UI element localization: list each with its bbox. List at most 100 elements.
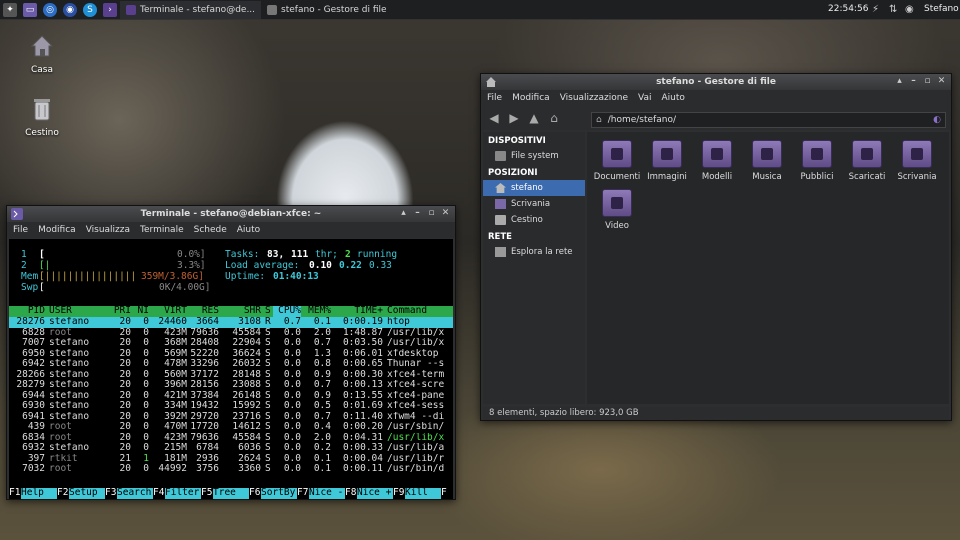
fkey-f2[interactable]: F2 xyxy=(57,487,68,499)
fm-menu-modifica[interactable]: Modifica xyxy=(512,93,550,103)
desktop-icon-trash[interactable]: Cestino xyxy=(12,96,72,138)
fm-close-icon[interactable]: ✕ xyxy=(936,76,947,87)
fkey-label[interactable]: Help xyxy=(21,487,57,499)
minimize-icon[interactable]: – xyxy=(412,208,423,219)
back-arrow-icon[interactable]: ◀ xyxy=(487,111,501,125)
process-row[interactable]: 6944 stefano 20 0 421M 37384 26148 S 0.0 0.9 0:13.… xyxy=(9,391,453,402)
fkey-f4[interactable]: F4 xyxy=(153,487,164,499)
fkey-f[interactable]: F xyxy=(441,487,447,499)
column-header-mem[interactable]: MEM% xyxy=(303,305,331,317)
process-row[interactable]: 28276 stefano 20 0 24460 3664 3108 R 0.7 0.1 0:00.… xyxy=(9,317,453,328)
folder-musica[interactable]: Musica xyxy=(742,140,792,182)
fkey-label[interactable]: Nice - xyxy=(309,487,345,499)
column-header-res[interactable]: RES xyxy=(189,305,219,317)
folder-scrivania[interactable]: Scrivania xyxy=(892,140,942,182)
close-icon[interactable]: ✕ xyxy=(440,208,451,219)
maximize-icon[interactable]: ▫ xyxy=(426,208,437,219)
firefox-launcher-icon[interactable]: ◉ xyxy=(63,2,77,17)
power-icon[interactable]: ⚡ xyxy=(872,4,879,15)
applications-menu-icon[interactable]: ✦ xyxy=(3,2,17,17)
fkey-f1[interactable]: F1 xyxy=(9,487,20,499)
task-terminal[interactable]: Terminale - stefano@de... xyxy=(120,0,262,19)
fkey-label[interactable]: Kill xyxy=(405,487,441,499)
process-row[interactable]: 6932 stefano 20 0 215M 6784 6036 S 0.0 0.2 0:00.33… xyxy=(9,443,453,454)
user-menu[interactable]: Stefano xyxy=(924,4,959,14)
up-arrow-icon[interactable]: ▲ xyxy=(527,111,541,125)
fkey-label[interactable]: SortBy xyxy=(261,487,297,499)
terminal-screen[interactable]: 1 [ 0.0%] 2 [| 3.3%] Mem [||||||||||||||… xyxy=(9,239,453,499)
fkey-f3[interactable]: F3 xyxy=(105,487,116,499)
process-row[interactable]: 6950 stefano 20 0 569M 52220 36624 S 0.0 1.3 0:06.… xyxy=(9,349,453,360)
process-row[interactable]: 6942 stefano 20 0 478M 33296 26032 S 0.0 0.8 0:00.… xyxy=(9,359,453,370)
sidebar-item-network[interactable]: Esplora la rete xyxy=(483,244,585,260)
fkey-label[interactable]: Search xyxy=(117,487,153,499)
clock[interactable]: 22:54:56 xyxy=(828,4,868,14)
menu-modifica[interactable]: Modifica xyxy=(38,225,76,235)
folder-immagini[interactable]: Immagini xyxy=(642,140,692,182)
fkey-label[interactable]: Tree xyxy=(213,487,249,499)
column-header-time[interactable]: TIME+ xyxy=(333,305,383,317)
process-row[interactable]: 6941 stefano 20 0 392M 29720 23716 S 0.0 0.7 0:11.… xyxy=(9,412,453,423)
column-header-pri[interactable]: PRI xyxy=(109,305,131,317)
folder-pubblici[interactable]: Pubblici xyxy=(792,140,842,182)
column-header-pid[interactable]: PID xyxy=(9,305,45,317)
menu-schede[interactable]: Schede xyxy=(194,225,227,235)
sidebar-item-scrivania[interactable]: Scrivania xyxy=(483,196,585,212)
terminal-titlebar[interactable]: Terminale - stefano@debian-xfce: ~ ▴ – ▫… xyxy=(7,206,455,222)
column-header-virt[interactable]: VIRT xyxy=(151,305,187,317)
fm-menu-visualizzazione[interactable]: Visualizzazione xyxy=(560,93,628,103)
home-icon[interactable]: ⌂ xyxy=(547,111,561,125)
menu-aiuto[interactable]: Aiuto xyxy=(237,225,260,235)
folder-documenti[interactable]: Documenti xyxy=(592,140,642,182)
column-header-shr[interactable]: SHR xyxy=(221,305,261,317)
column-header-cpu[interactable]: CPU% xyxy=(273,305,301,317)
browser-launcher-icon[interactable]: ◎ xyxy=(43,2,57,17)
process-row[interactable]: 7032 root 20 0 44992 3756 3360 S 0.0 0.1 0:00.11/u… xyxy=(9,464,453,475)
fkey-label[interactable]: Nice + xyxy=(357,487,393,499)
skype-launcher-icon[interactable]: S xyxy=(83,2,97,17)
forward-arrow-icon[interactable]: ▶ xyxy=(507,111,521,125)
desktop-icon-home[interactable]: Casa xyxy=(12,33,72,75)
fkey-label[interactable]: Setup xyxy=(69,487,105,499)
sidebar-item-cestino[interactable]: Cestino xyxy=(483,212,585,228)
fkey-f8[interactable]: F8 xyxy=(345,487,356,499)
folder-scaricati[interactable]: Scaricati xyxy=(842,140,892,182)
terminal-launcher-2-icon[interactable]: › xyxy=(103,2,117,17)
column-header-command[interactable]: Command xyxy=(387,305,453,317)
task-filemanager[interactable]: stefano - Gestore di file xyxy=(261,1,393,19)
fm-maximize-icon[interactable]: ▫ xyxy=(922,76,933,87)
folder-modelli[interactable]: Modelli xyxy=(692,140,742,182)
process-row[interactable]: 397 rtkit 21 1 181M 2936 2624 S 0.0 0.1 0:00.04/us… xyxy=(9,454,453,465)
fkey-f7[interactable]: F7 xyxy=(297,487,308,499)
terminal-launcher-icon[interactable]: ▭ xyxy=(23,2,37,17)
fkey-label[interactable]: Filter xyxy=(165,487,201,499)
process-row[interactable]: 7007 stefano 20 0 368M 28408 22904 S 0.0 0.7 0:03.… xyxy=(9,338,453,349)
folder-video[interactable]: Video xyxy=(592,189,642,231)
location-edit-icon[interactable]: ◐ xyxy=(933,113,941,127)
fkey-f6[interactable]: F6 xyxy=(249,487,260,499)
keep-above-icon[interactable]: ▴ xyxy=(398,208,409,219)
fm-menu-vai[interactable]: Vai xyxy=(638,93,651,103)
volume-icon[interactable]: ◉ xyxy=(905,4,914,15)
sidebar-item-filesystem[interactable]: File system xyxy=(483,148,585,164)
process-row[interactable]: 439 root 20 0 470M 17720 14612 S 0.0 0.4 0:00.20/u… xyxy=(9,422,453,433)
sidebar-item-stefano[interactable]: stefano xyxy=(483,180,585,196)
process-row[interactable]: 6828 root 20 0 423M 79636 45584 S 0.0 2.0 1:48.87/… xyxy=(9,328,453,339)
location-bar[interactable]: ⌂/home/stefano/ ◐ xyxy=(591,112,946,128)
process-row[interactable]: 6930 stefano 20 0 334M 19432 15992 S 0.0 0.5 0:01.… xyxy=(9,401,453,412)
menu-terminale[interactable]: Terminale xyxy=(140,225,184,235)
process-row[interactable]: 6834 root 20 0 423M 79636 45584 S 0.0 2.0 0:04.31/… xyxy=(9,433,453,444)
menu-file[interactable]: File xyxy=(13,225,28,235)
fkey-f9[interactable]: F9 xyxy=(393,487,404,499)
fm-menu-aiuto[interactable]: Aiuto xyxy=(661,93,684,103)
fm-menu-file[interactable]: File xyxy=(487,93,502,103)
network-icon[interactable]: ⇅ xyxy=(889,4,897,15)
menu-visualizza[interactable]: Visualizza xyxy=(86,225,130,235)
fkey-f5[interactable]: F5 xyxy=(201,487,212,499)
process-row[interactable]: 28266 stefano 20 0 560M 37172 28148 S 0.0 0.9 0:00… xyxy=(9,370,453,381)
column-header-user[interactable]: USER xyxy=(49,305,109,317)
column-header-ni[interactable]: NI xyxy=(133,305,149,317)
process-row[interactable]: 28279 stefano 20 0 396M 28156 23088 S 0.0 0.7 0:00… xyxy=(9,380,453,391)
fm-titlebar[interactable]: stefano - Gestore di file ▴ – ▫ ✕ xyxy=(481,74,951,90)
fm-keep-above-icon[interactable]: ▴ xyxy=(894,76,905,87)
